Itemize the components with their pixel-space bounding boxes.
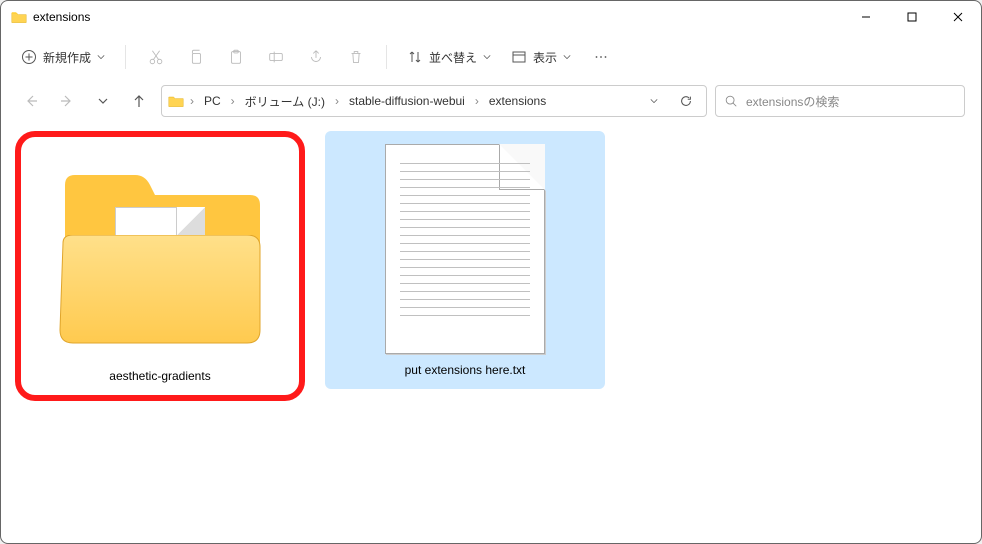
cut-icon — [147, 48, 165, 66]
forward-button[interactable] — [53, 87, 81, 115]
address-dropdown[interactable] — [640, 97, 668, 105]
new-button[interactable]: 新規作成 — [13, 45, 113, 70]
paste-button[interactable] — [218, 39, 254, 75]
ellipsis-icon — [592, 48, 610, 66]
textfile-icon — [355, 139, 575, 359]
maximize-button[interactable] — [889, 1, 935, 33]
toolbar: 新規作成 並べ替え 表示 — [1, 33, 981, 81]
search-icon — [724, 94, 738, 108]
up-button[interactable] — [125, 87, 153, 115]
file-pane[interactable]: aesthetic-gradients put extensions here.… — [1, 121, 981, 543]
back-button[interactable] — [17, 87, 45, 115]
item-label: aesthetic-gradients — [109, 369, 210, 383]
folder-item[interactable]: aesthetic-gradients — [15, 131, 305, 401]
sort-label: 並べ替え — [429, 49, 477, 66]
paste-icon — [227, 48, 245, 66]
title-bar: extensions — [1, 1, 981, 33]
new-label: 新規作成 — [43, 49, 91, 66]
chevron-down-icon — [97, 53, 105, 61]
sort-icon — [407, 49, 423, 65]
folder-icon — [11, 10, 27, 24]
copy-icon — [187, 48, 205, 66]
share-button[interactable] — [298, 39, 334, 75]
close-button[interactable] — [935, 1, 981, 33]
breadcrumb-sep: › — [473, 94, 481, 108]
breadcrumb-item[interactable]: extensions — [485, 92, 550, 110]
cut-button[interactable] — [138, 39, 174, 75]
view-label: 表示 — [533, 49, 557, 66]
textfile-item[interactable]: put extensions here.txt — [325, 131, 605, 389]
trash-icon — [347, 48, 365, 66]
rename-button[interactable] — [258, 39, 294, 75]
view-button[interactable]: 表示 — [503, 45, 579, 70]
rename-icon — [267, 48, 285, 66]
refresh-button[interactable] — [672, 94, 700, 108]
explorer-window: extensions 新規作成 並べ替え — [0, 0, 982, 544]
search-placeholder: extensionsの検索 — [746, 93, 839, 110]
item-label: put extensions here.txt — [405, 363, 526, 377]
breadcrumb-sep: › — [188, 94, 196, 108]
plus-circle-icon — [21, 49, 37, 65]
minimize-button[interactable] — [843, 1, 889, 33]
breadcrumb-sep: › — [229, 94, 237, 108]
copy-button[interactable] — [178, 39, 214, 75]
address-row: › PC › ボリューム (J:) › stable-diffusion-web… — [1, 81, 981, 121]
share-icon — [307, 48, 325, 66]
chevron-down-icon — [563, 53, 571, 61]
breadcrumb-item[interactable]: ボリューム (J:) — [241, 91, 329, 112]
sort-button[interactable]: 並べ替え — [399, 45, 499, 70]
search-box[interactable]: extensionsの検索 — [715, 85, 965, 117]
folder-icon — [168, 94, 184, 108]
delete-button[interactable] — [338, 39, 374, 75]
view-icon — [511, 49, 527, 65]
breadcrumb-item[interactable]: PC — [200, 92, 225, 110]
more-button[interactable] — [583, 39, 619, 75]
recent-button[interactable] — [89, 87, 117, 115]
folder-large-icon — [50, 145, 270, 365]
breadcrumb-item[interactable]: stable-diffusion-webui — [345, 92, 469, 110]
chevron-down-icon — [483, 53, 491, 61]
window-title: extensions — [33, 10, 90, 24]
breadcrumb-sep: › — [333, 94, 341, 108]
address-bar[interactable]: › PC › ボリューム (J:) › stable-diffusion-web… — [161, 85, 707, 117]
